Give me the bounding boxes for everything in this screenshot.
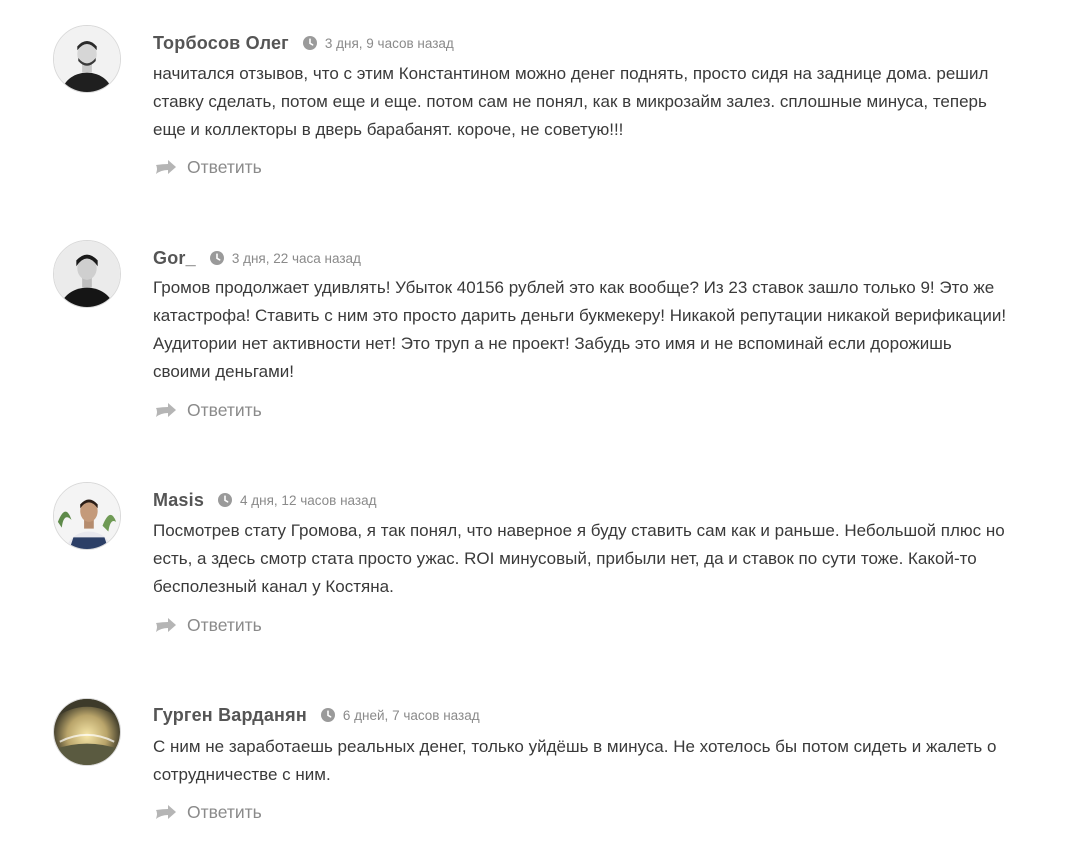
comment-date[interactable]: 3 дня, 9 часов назад [325, 36, 454, 51]
avatar[interactable] [53, 25, 121, 93]
reply-label: Ответить [187, 614, 262, 635]
avatar[interactable] [53, 698, 121, 766]
comment-date[interactable]: 6 дней, 7 часов назад [343, 708, 480, 723]
comment-date[interactable]: 3 дня, 22 часа назад [232, 251, 361, 266]
reply-button[interactable]: Ответить [155, 155, 262, 179]
avatar[interactable] [53, 482, 121, 550]
comment-header: Gor_ 3 дня, 22 часа назад [153, 246, 361, 270]
reply-label: Ответить [187, 399, 262, 420]
avatar[interactable] [53, 240, 121, 308]
comment-header: Гурген Варданян 6 дней, 7 часов назад [153, 703, 480, 727]
comment-text: С ним не заработаешь реальных денег, тол… [153, 737, 997, 784]
reply-label: Ответить [187, 156, 262, 177]
author-name[interactable]: Торбосов Олег [153, 33, 289, 54]
author-name[interactable]: Masis [153, 490, 204, 511]
comment-header: Торбосов Олег 3 дня, 9 часов назад [153, 31, 454, 55]
clock-icon [218, 493, 233, 507]
reply-button[interactable]: Ответить [155, 398, 262, 422]
comment-text: Громов продолжает удивлять! Убыток 40156… [153, 278, 1007, 381]
clock-icon [302, 36, 317, 50]
comment-text: начитался отзывов, что с этим Константин… [153, 64, 989, 139]
clock-icon [209, 251, 224, 265]
clock-icon [320, 708, 335, 722]
reply-arrow-icon [155, 617, 177, 633]
reply-arrow-icon [155, 804, 177, 820]
reply-arrow-icon [155, 159, 177, 175]
reply-arrow-icon [155, 402, 177, 418]
reply-button[interactable]: Ответить [155, 800, 262, 824]
author-name[interactable]: Gor_ [153, 248, 196, 269]
reply-label: Ответить [187, 801, 262, 822]
comment-header: Masis 4 дня, 12 часов назад [153, 488, 376, 512]
author-name[interactable]: Гурген Варданян [153, 705, 307, 726]
reply-button[interactable]: Ответить [155, 613, 262, 637]
comment-text: Посмотрев стату Громова, я так понял, чт… [153, 521, 1005, 596]
comment-date[interactable]: 4 дня, 12 часов назад [240, 493, 376, 508]
